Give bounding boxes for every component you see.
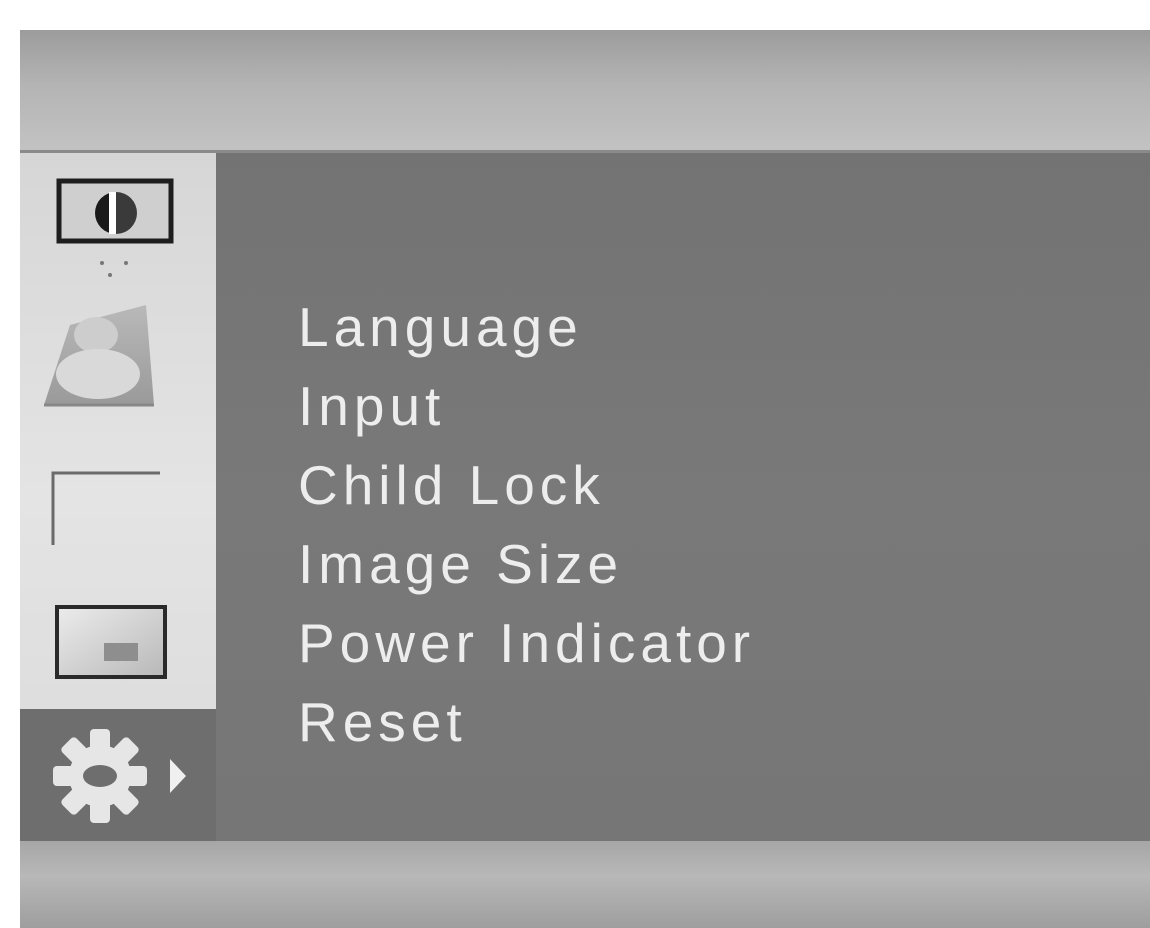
- footer-bar: [20, 841, 1150, 928]
- menu-item-reset[interactable]: Reset: [298, 683, 755, 762]
- osd-menu-window: Language Input Child Lock Image Size Pow…: [20, 30, 1150, 928]
- menu-item-child-lock[interactable]: Child Lock: [298, 446, 755, 525]
- sidebar-item-color[interactable]: [20, 285, 216, 445]
- sidebar-item-tracking[interactable]: [20, 445, 216, 567]
- category-sidebar: [20, 153, 216, 841]
- tracking-icon: [51, 471, 160, 545]
- menu-item-image-size[interactable]: Image Size: [298, 525, 755, 604]
- sidebar-item-picture[interactable]: [20, 153, 216, 285]
- setup-window-icon: [55, 605, 167, 679]
- picture-adjust-icon: [56, 178, 174, 277]
- gear-icon: [53, 729, 186, 823]
- menu-item-language[interactable]: Language: [298, 288, 755, 367]
- header-bar: [20, 30, 1150, 152]
- menu-item-power-indicator[interactable]: Power Indicator: [298, 604, 755, 683]
- selected-arrow-icon: [170, 759, 186, 793]
- sidebar-item-option[interactable]: [20, 709, 216, 841]
- option-menu-list: Language Input Child Lock Image Size Pow…: [298, 288, 755, 762]
- sidebar-item-setup[interactable]: [20, 567, 216, 707]
- menu-item-input[interactable]: Input: [298, 367, 755, 446]
- color-icon: [44, 305, 154, 407]
- menu-content-panel: Language Input Child Lock Image Size Pow…: [216, 153, 1150, 841]
